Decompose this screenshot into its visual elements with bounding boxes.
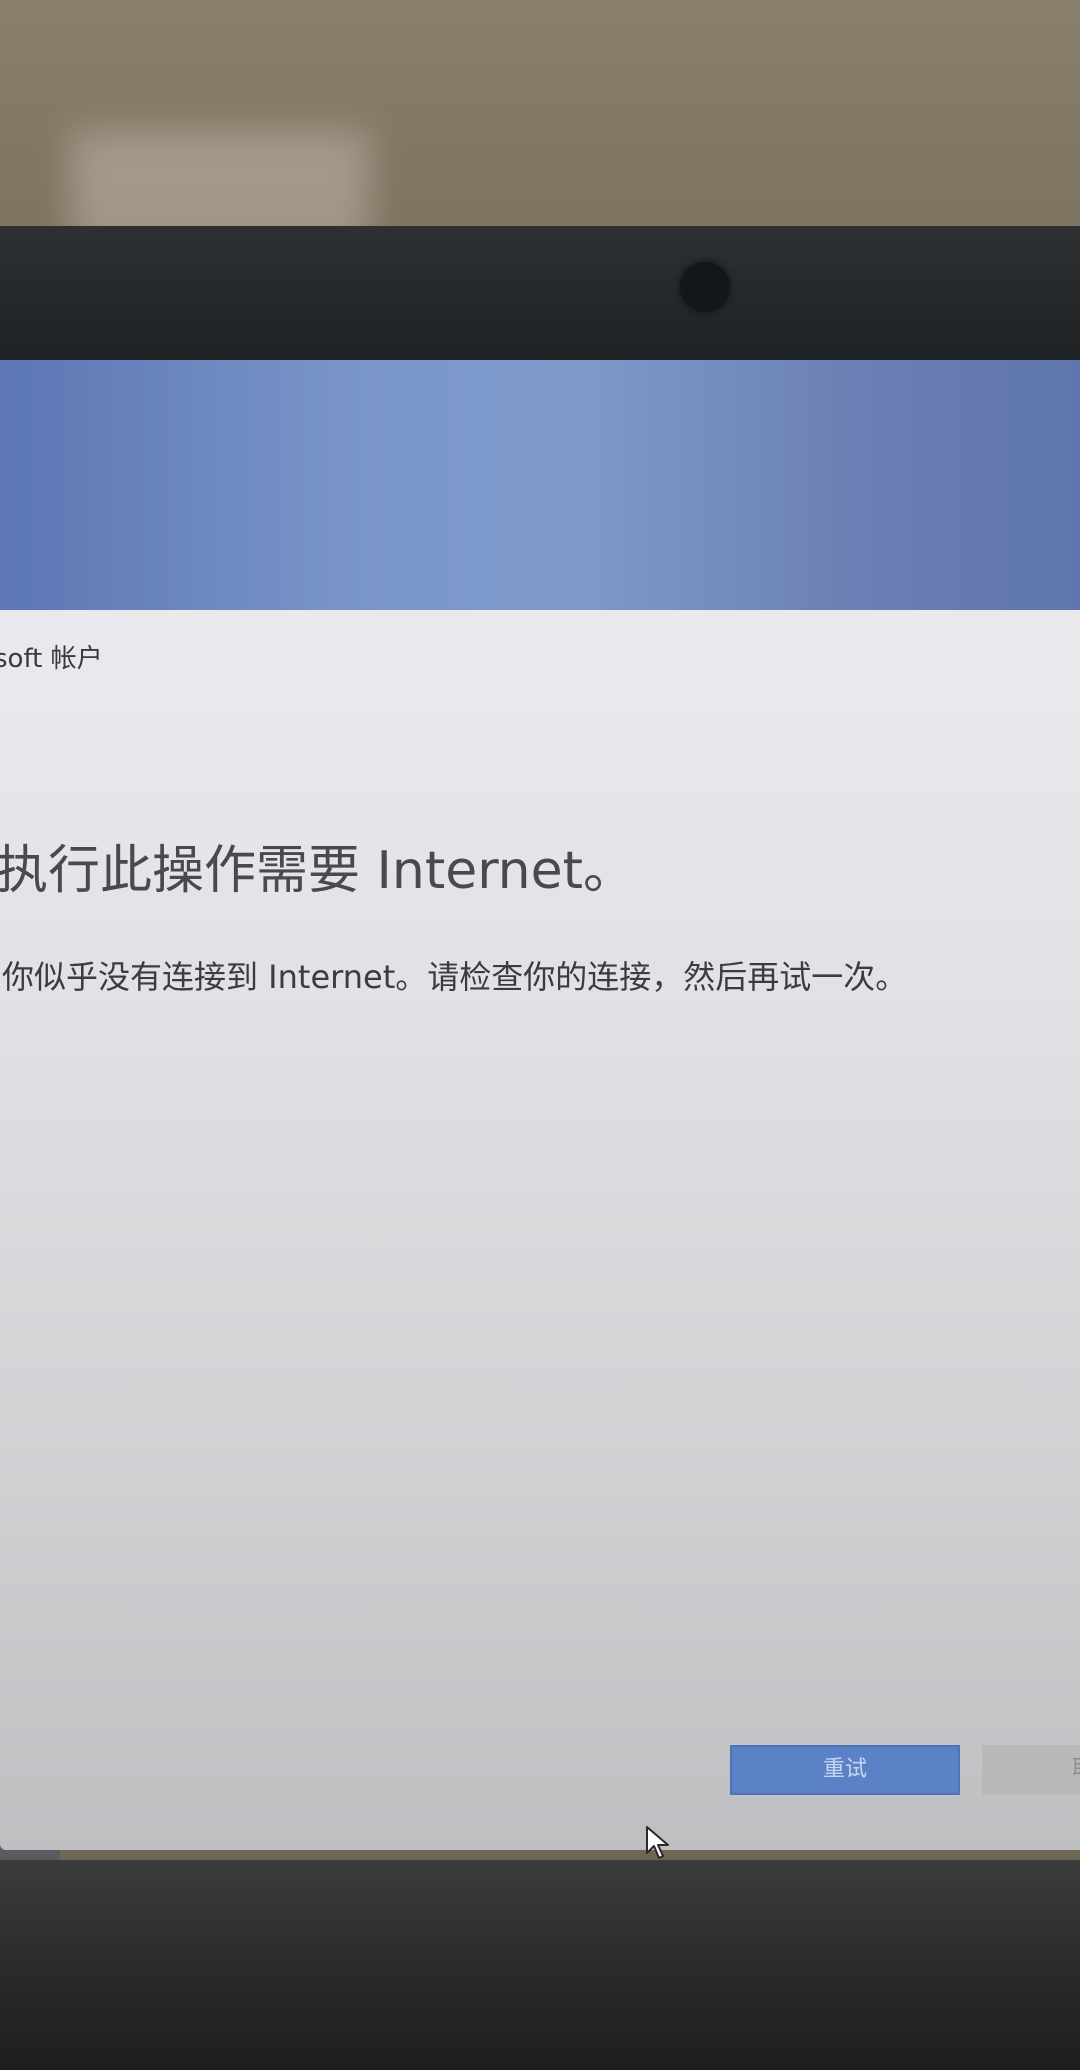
photo-scene: soft 帐户 执行此操作需要 Internet。 你似乎没有连接到 Inter… [0, 0, 1080, 2070]
mouse-pointer-icon [646, 1826, 669, 1859]
retry-button[interactable]: 重试 [730, 1745, 960, 1795]
webcam-icon [680, 262, 730, 312]
error-message: 你似乎没有连接到 Internet。请检查你的连接，然后再试一次。 [2, 958, 908, 996]
dialog-titlebar: soft 帐户 [0, 610, 1080, 695]
laptop-bottom-bezel [0, 1860, 1080, 2070]
error-heading: 执行此操作需要 Internet。 [0, 841, 636, 901]
cancel-button[interactable]: 取 [982, 1745, 1080, 1795]
laptop-top-bezel [0, 226, 1080, 366]
desktop-background [0, 360, 1080, 610]
dialog-title: soft 帐户 [0, 644, 103, 674]
microsoft-account-dialog: soft 帐户 执行此操作需要 Internet。 你似乎没有连接到 Inter… [0, 610, 1080, 1859]
